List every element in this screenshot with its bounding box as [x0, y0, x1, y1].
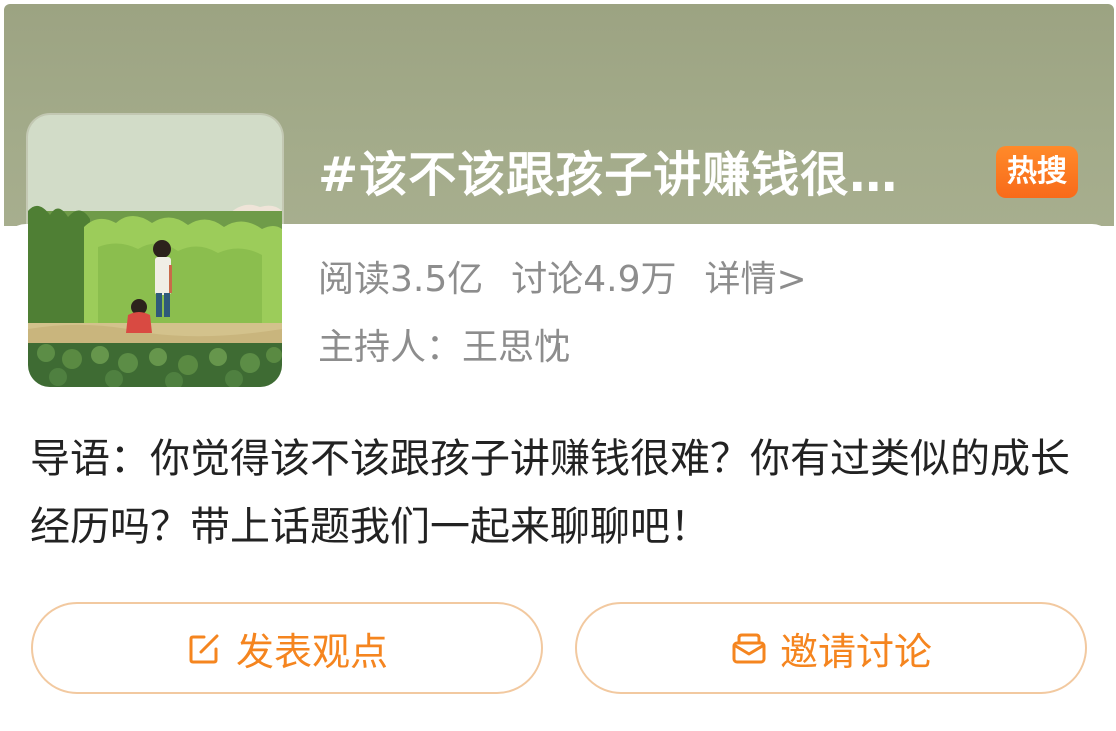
hot-search-badge: 热搜	[996, 146, 1078, 198]
post-opinion-button[interactable]: 发表观点	[31, 602, 543, 694]
topic-host: 主持人：王思忱	[318, 327, 571, 368]
edit-icon	[186, 629, 224, 667]
post-opinion-label: 发表观点	[235, 629, 388, 674]
invite-discussion-button[interactable]: 邀请讨论	[575, 602, 1087, 694]
discussion-count: 讨论4.9万	[511, 259, 677, 300]
topic-intro: 导语：你觉得该不该跟孩子讲赚钱很难？你有过类似的成长经历吗？带上话题我们一起来聊…	[30, 436, 1070, 550]
topic-title[interactable]: #该不该跟孩子讲赚钱很…	[318, 140, 983, 210]
topic-card: #该不该跟孩子讲赚钱很… 热搜 阅读3.5亿 讨论4.9万 详情> 主持人：王思忱 …	[0, 0, 1116, 731]
topic-stats: 阅读3.5亿 讨论4.9万 详情>	[318, 254, 807, 306]
read-count: 阅读3.5亿	[318, 259, 484, 300]
details-link[interactable]: 详情>	[705, 254, 807, 306]
topic-cover-image[interactable]	[28, 115, 282, 387]
invite-discussion-label: 邀请讨论	[779, 629, 932, 674]
mail-icon	[730, 629, 768, 667]
